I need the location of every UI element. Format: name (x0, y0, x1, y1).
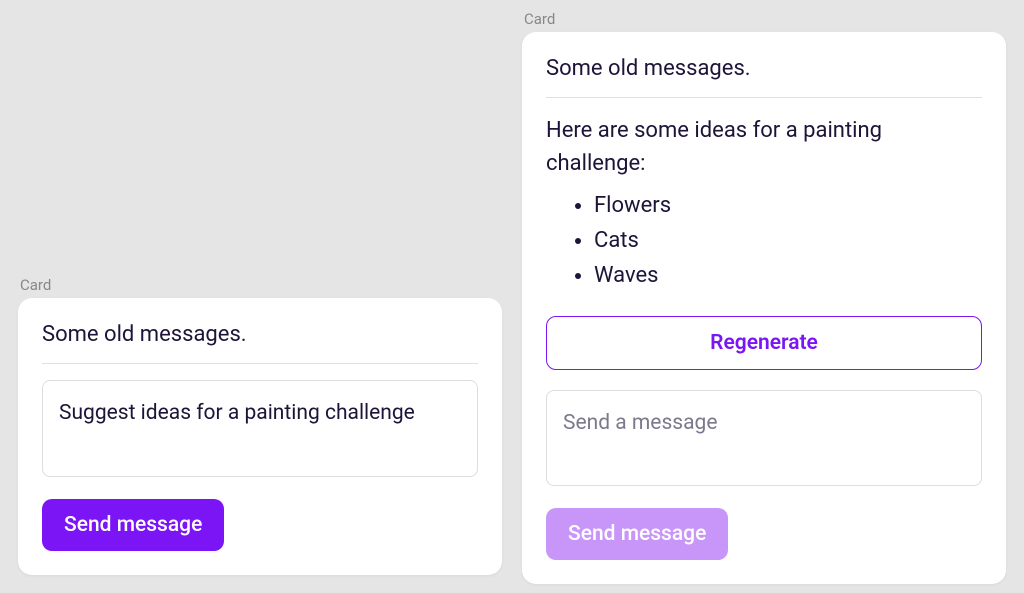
send-message-button-left[interactable]: Send message (42, 499, 224, 551)
regenerate-button[interactable]: Regenerate (546, 316, 982, 370)
card-label-right: Card (522, 10, 1006, 28)
list-item: Cats (594, 223, 982, 258)
send-message-button-right[interactable]: Send message (546, 508, 728, 560)
old-messages-text-right: Some old messages. (546, 56, 982, 81)
divider-right (546, 97, 982, 98)
response-list: Flowers Cats Waves (546, 188, 982, 294)
message-input-right[interactable] (546, 390, 982, 486)
response-intro: Here are some ideas for a painting chall… (546, 114, 982, 180)
divider-left (42, 363, 478, 364)
old-messages-text-left: Some old messages. (42, 322, 478, 347)
card-wrapper-right: Card Some old messages. Here are some id… (522, 10, 1006, 584)
list-item: Flowers (594, 188, 982, 223)
card-wrapper-left: Card Some old messages. Send message (18, 276, 502, 575)
message-input-left[interactable] (42, 380, 478, 477)
card-right: Some old messages. Here are some ideas f… (522, 32, 1006, 584)
card-left: Some old messages. Send message (18, 298, 502, 575)
card-label-left: Card (18, 276, 502, 294)
list-item: Waves (594, 258, 982, 293)
